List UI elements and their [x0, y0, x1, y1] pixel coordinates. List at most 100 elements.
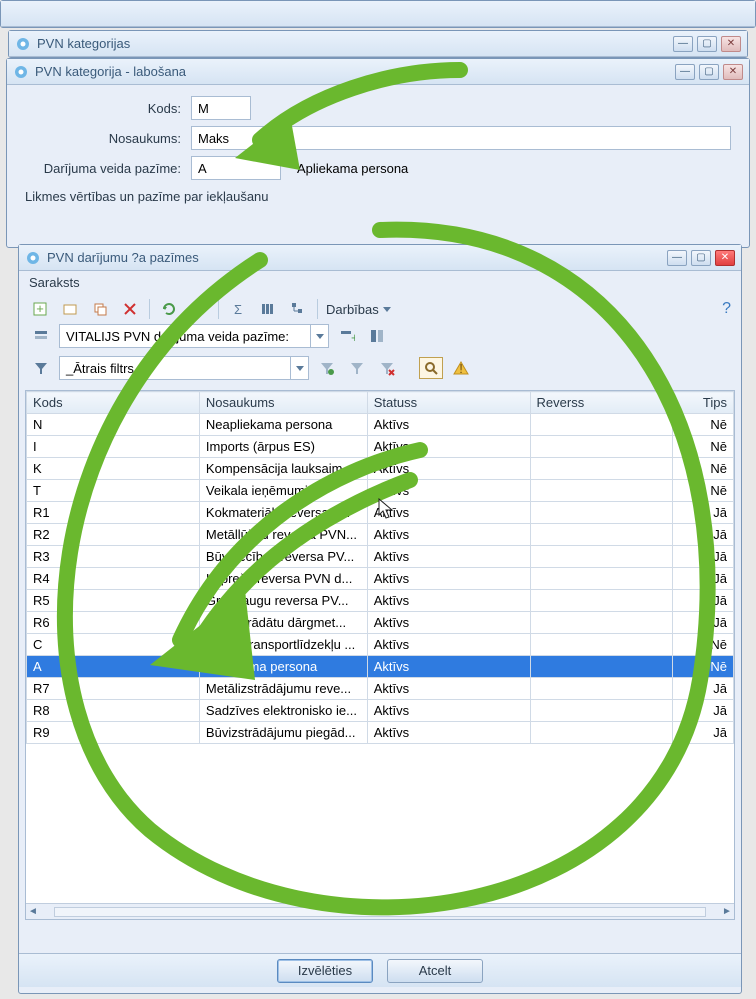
filter-apply-icon[interactable] — [315, 357, 339, 379]
minimize-button[interactable]: — — [675, 64, 695, 80]
cell-reverse[interactable] — [530, 700, 672, 722]
col-reverse[interactable]: Reverss — [530, 392, 672, 414]
view-combo[interactable]: VITALIJS PVN darījuma veida pazīme: — [59, 324, 329, 348]
cell-reverse[interactable] — [530, 546, 672, 568]
cell-reverse[interactable] — [530, 612, 672, 634]
table-row[interactable]: CVieglo transportlīdzekļu ...AktīvsNē — [27, 634, 734, 656]
refresh-icon[interactable] — [158, 298, 180, 320]
menubar[interactable]: Saraksts — [19, 271, 741, 294]
cell-code[interactable]: R7 — [27, 678, 200, 700]
cell-status[interactable]: Aktīvs — [367, 722, 530, 744]
cell-status[interactable]: Aktīvs — [367, 568, 530, 590]
filter-funnel-icon[interactable] — [29, 357, 53, 379]
cell-name[interactable]: Būvizstrādājumu piegād... — [199, 722, 367, 744]
maximize-button[interactable]: ▢ — [697, 36, 717, 52]
cell-tips[interactable]: Jā — [672, 502, 733, 524]
cell-name[interactable]: Sadzīves elektronisko ie... — [199, 700, 367, 722]
cell-name[interactable]: Vieglo transportlīdzekļu ... — [199, 634, 367, 656]
cell-code[interactable]: R9 — [27, 722, 200, 744]
delete-icon[interactable] — [119, 298, 141, 320]
cell-status[interactable]: Aktīvs — [367, 656, 530, 678]
cell-name[interactable]: Veikala ieņēmumi — [199, 480, 367, 502]
cell-tips[interactable]: Nē — [672, 656, 733, 678]
scroll-track[interactable] — [54, 907, 706, 917]
cancel-button[interactable]: Atcelt — [387, 959, 483, 983]
minimize-button[interactable]: — — [667, 250, 687, 266]
horizontal-scrollbar[interactable]: ◄ ► — [26, 903, 734, 919]
cell-reverse[interactable] — [530, 458, 672, 480]
select-button[interactable]: Izvēlēties — [277, 959, 373, 983]
table-row[interactable]: NNeapliekama personaAktīvsNē — [27, 414, 734, 436]
minimize-button[interactable]: — — [673, 36, 693, 52]
table-row[interactable]: KKompensācija lauksaim...AktīvsNē — [27, 458, 734, 480]
maximize-button[interactable]: ▢ — [699, 64, 719, 80]
table-row[interactable]: IImports (ārpus ES)AktīvsNē — [27, 436, 734, 458]
table-row[interactable]: R9Būvizstrādājumu piegād...Aktīvs Jā — [27, 722, 734, 744]
cell-reverse[interactable] — [530, 524, 672, 546]
cell-reverse[interactable] — [530, 480, 672, 502]
table-row[interactable]: R4IT preču reversa PVN d...AktīvsJā — [27, 568, 734, 590]
cell-tips[interactable]: Jā — [672, 546, 733, 568]
close-button[interactable]: ✕ — [715, 250, 735, 266]
filter-clear-icon[interactable] — [375, 357, 399, 379]
cell-code[interactable]: R6 — [27, 612, 200, 634]
chevron-down-icon[interactable] — [290, 357, 308, 379]
table-row[interactable]: R7Metālizstrādājumu reve...AktīvsJā — [27, 678, 734, 700]
open-icon[interactable] — [59, 298, 81, 320]
cell-status[interactable]: Aktīvs — [367, 700, 530, 722]
close-button[interactable]: ✕ — [723, 64, 743, 80]
cell-status[interactable]: Aktīvs — [367, 590, 530, 612]
titlebar-kategorijas[interactable]: PVN kategorijas — ▢ ✕ — [9, 31, 747, 57]
cell-tips[interactable]: Jā — [672, 524, 733, 546]
cell-reverse[interactable] — [530, 722, 672, 744]
cell-status[interactable]: Aktīvs — [367, 612, 530, 634]
cell-tips[interactable]: Jā — [672, 700, 733, 722]
cell-code[interactable]: I — [27, 436, 200, 458]
cell-code[interactable]: A — [27, 656, 200, 678]
table-row[interactable]: R6Neapstrādātu dārgmet...AktīvsJā — [27, 612, 734, 634]
col-tips[interactable]: Tips — [672, 392, 733, 414]
tree-icon[interactable] — [287, 298, 309, 320]
cell-name[interactable]: Kompensācija lauksaim... — [199, 458, 367, 480]
cell-name[interactable]: Metālizstrādājumu reve... — [199, 678, 367, 700]
table-row[interactable]: R3Būvniecības reversa PV...AktīvsJā — [27, 546, 734, 568]
filter-edit-icon[interactable] — [345, 357, 369, 379]
find-icon[interactable] — [419, 357, 443, 379]
cell-tips[interactable]: Jā — [672, 568, 733, 590]
cell-name[interactable]: Būvniecības reversa PV... — [199, 546, 367, 568]
table-row[interactable]: R2Metāllūžņu reversa PVN...AktīvsJā — [27, 524, 734, 546]
cell-name[interactable]: Kokmateriālu reversa P... — [199, 502, 367, 524]
cell-reverse[interactable] — [530, 634, 672, 656]
new-icon[interactable]: + — [29, 298, 51, 320]
cell-name[interactable]: Neapstrādātu dārgmet... — [199, 612, 367, 634]
cell-tips[interactable]: Nē — [672, 634, 733, 656]
cell-tips[interactable]: Nē — [672, 414, 733, 436]
cell-status[interactable]: Aktīvs — [367, 414, 530, 436]
cell-status[interactable]: Aktīvs — [367, 458, 530, 480]
cell-tips[interactable]: Jā — [672, 722, 733, 744]
field-code[interactable]: M — [191, 96, 251, 120]
cell-name[interactable]: Graudaugu reversa PV... — [199, 590, 367, 612]
chevron-down-icon[interactable] — [310, 325, 328, 347]
cell-tips[interactable]: Jā — [672, 590, 733, 612]
cell-code[interactable]: C — [27, 634, 200, 656]
cell-tips[interactable]: Nē — [672, 436, 733, 458]
cell-reverse[interactable] — [530, 656, 672, 678]
cell-code[interactable]: R2 — [27, 524, 200, 546]
cell-code[interactable]: R4 — [27, 568, 200, 590]
col-status[interactable]: Statuss — [367, 392, 530, 414]
menu-saraksts[interactable]: Saraksts — [29, 275, 80, 290]
table-row[interactable]: R5Graudaugu reversa PV...AktīvsJā — [27, 590, 734, 612]
cell-code[interactable]: R8 — [27, 700, 200, 722]
field-mark-code[interactable]: A — [191, 156, 281, 180]
titlebar-edit[interactable]: PVN kategorija - labošana — ▢ ✕ — [7, 59, 749, 85]
cell-status[interactable]: Aktīvs — [367, 546, 530, 568]
field-name[interactable]: Maks — [191, 126, 731, 150]
help-icon[interactable]: ? — [722, 300, 731, 318]
cell-tips[interactable]: Nē — [672, 458, 733, 480]
scroll-right-icon[interactable]: ► — [720, 906, 734, 917]
views-icon[interactable] — [29, 325, 53, 347]
close-button[interactable]: ✕ — [721, 36, 741, 52]
cell-name[interactable]: Metāllūžņu reversa PVN... — [199, 524, 367, 546]
sum-icon[interactable]: Σ — [227, 298, 249, 320]
